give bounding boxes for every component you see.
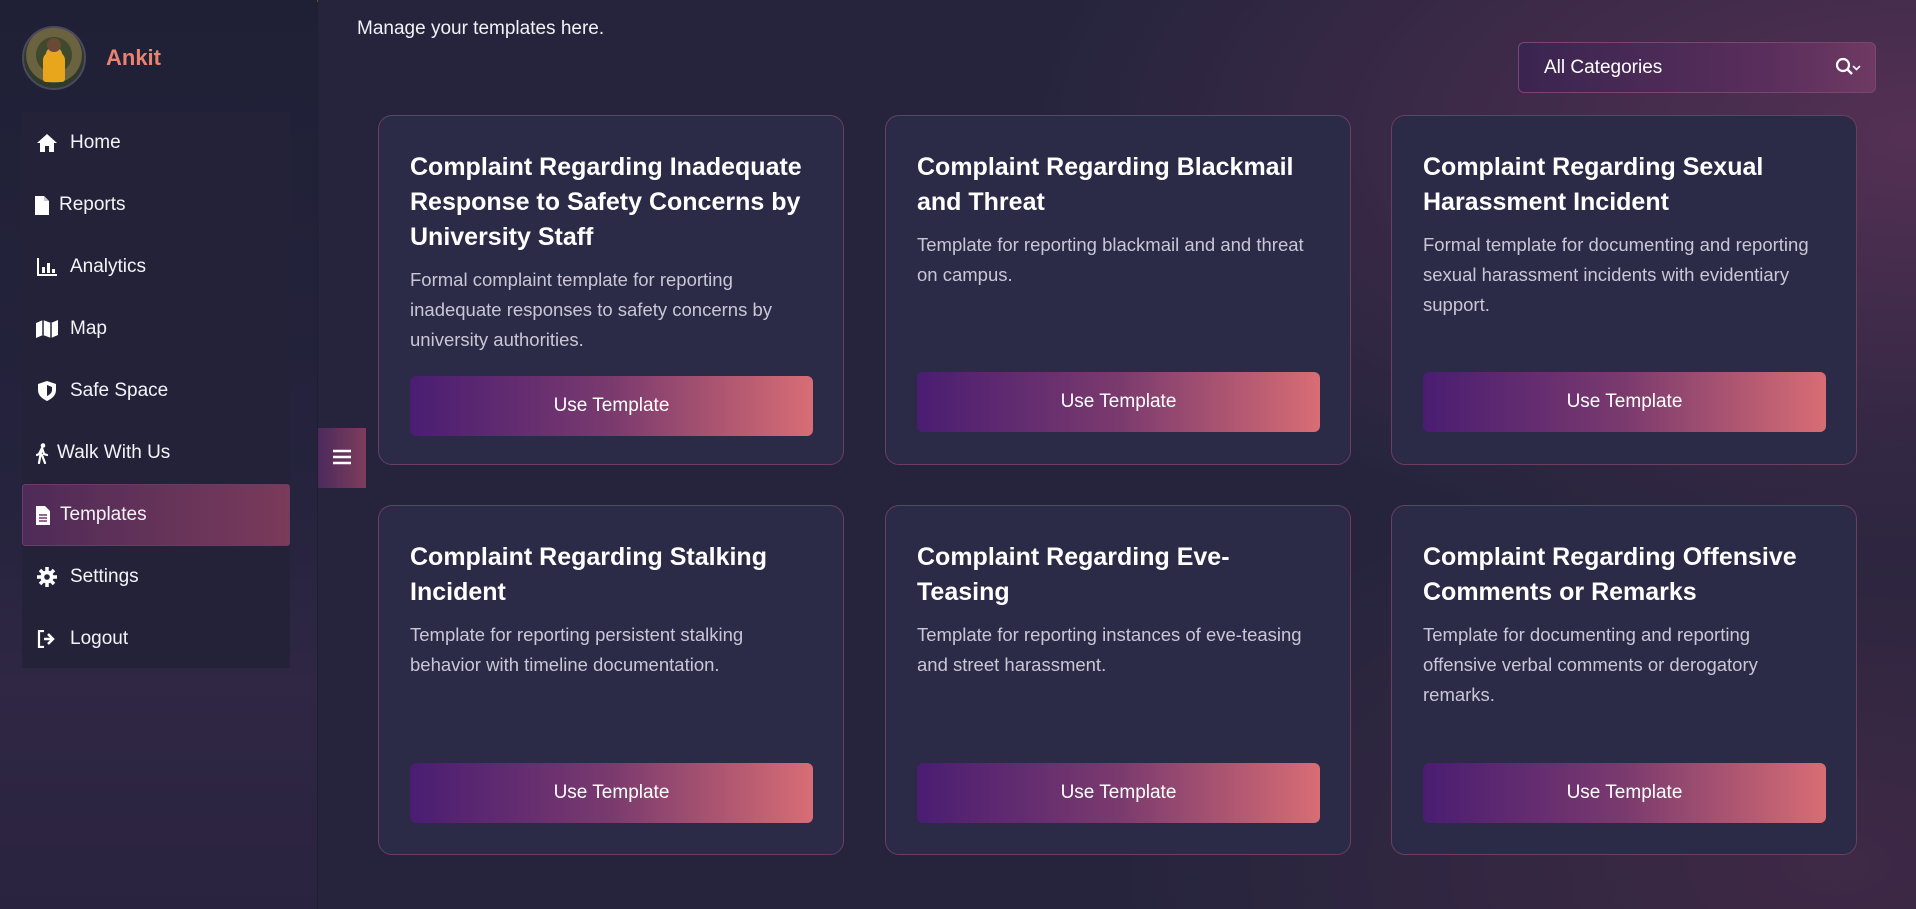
use-template-button[interactable]: Use Template xyxy=(1423,372,1826,432)
template-title: Complaint Regarding Sexual Harassment In… xyxy=(1423,153,1764,216)
file-icon xyxy=(34,195,50,215)
sidebar-item-label: Logout xyxy=(70,628,129,649)
template-card: Complaint Regarding Inadequate Response … xyxy=(378,115,844,465)
sidebar-item-walk-with-us[interactable]: Walk With Us xyxy=(22,422,290,484)
template-title: Complaint Regarding Inadequate Response … xyxy=(410,153,802,251)
template-description: Template for reporting blackmail and and… xyxy=(917,234,1304,285)
template-title: Complaint Regarding Blackmail and Threat xyxy=(917,153,1294,216)
sidebar-item-label: Walk With Us xyxy=(57,442,171,463)
template-card: Complaint Regarding Sexual Harassment In… xyxy=(1391,115,1857,465)
template-card: Complaint Regarding Offensive Comments o… xyxy=(1391,505,1857,855)
page-subtitle: Manage your templates here. xyxy=(357,18,605,39)
template-description: Formal complaint template for reporting … xyxy=(410,269,773,350)
sidebar-item-settings[interactable]: Settings xyxy=(22,546,290,608)
sidebar-item-analytics[interactable]: Analytics xyxy=(22,236,290,298)
sidebar-item-safe-space[interactable]: Safe Space xyxy=(22,360,290,422)
template-card: Complaint Regarding Stalking Incident Te… xyxy=(378,505,844,855)
sidebar-item-label: Map xyxy=(70,318,107,339)
document-icon xyxy=(35,505,51,525)
use-template-button[interactable]: Use Template xyxy=(1423,763,1826,823)
sidebar-item-label: Reports xyxy=(59,194,126,215)
gear-icon xyxy=(34,567,60,587)
sidebar-item-logout[interactable]: Logout xyxy=(22,608,290,670)
sidebar-item-label: Home xyxy=(70,132,121,153)
sidebar-item-label: Safe Space xyxy=(70,380,169,401)
sidebar-item-label: Settings xyxy=(70,566,139,587)
home-icon xyxy=(34,133,60,153)
template-title: Complaint Regarding Stalking Incident xyxy=(410,543,767,606)
template-description: Formal template for documenting and repo… xyxy=(1423,234,1809,315)
template-card: Complaint Regarding Eve-Teasing Template… xyxy=(885,505,1351,855)
template-title: Complaint Regarding Offensive Comments o… xyxy=(1423,543,1797,606)
sidebar-toggle-button[interactable] xyxy=(318,428,366,488)
template-description: Template for reporting persistent stalki… xyxy=(410,624,744,675)
sidebar-menu: Home Reports Analytics Map Safe Space Wa… xyxy=(22,112,290,668)
sidebar: Ankit Home Reports Analytics Map Safe Sp… xyxy=(0,0,317,909)
logout-icon xyxy=(34,629,60,649)
use-template-button[interactable]: Use Template xyxy=(917,372,1320,432)
template-description: Template for documenting and reporting o… xyxy=(1423,624,1758,705)
template-card: Complaint Regarding Blackmail and Threat… xyxy=(885,115,1351,465)
sidebar-item-home[interactable]: Home xyxy=(22,112,290,174)
category-select-value: All Categories xyxy=(1544,56,1663,78)
walking-icon xyxy=(34,442,50,464)
template-title: Complaint Regarding Eve-Teasing xyxy=(917,543,1230,606)
user-profile[interactable]: Ankit xyxy=(22,26,161,90)
template-description: Template for reporting instances of eve-… xyxy=(917,624,1302,675)
sidebar-item-templates[interactable]: Templates xyxy=(22,484,290,546)
sidebar-item-map[interactable]: Map xyxy=(22,298,290,360)
shield-icon xyxy=(34,381,60,401)
category-select[interactable]: All Categories xyxy=(1518,42,1876,93)
sidebar-item-label: Analytics xyxy=(70,256,147,277)
analytics-icon xyxy=(34,257,60,277)
sidebar-item-reports[interactable]: Reports xyxy=(22,174,290,236)
map-icon xyxy=(34,319,60,339)
use-template-button[interactable]: Use Template xyxy=(410,376,813,436)
avatar[interactable] xyxy=(22,26,86,90)
menu-icon xyxy=(333,445,351,471)
search-dropdown-icon xyxy=(1835,57,1861,82)
use-template-button[interactable]: Use Template xyxy=(410,763,813,823)
use-template-button[interactable]: Use Template xyxy=(917,763,1320,823)
sidebar-item-label: Templates xyxy=(60,504,147,525)
username: Ankit xyxy=(106,45,161,70)
